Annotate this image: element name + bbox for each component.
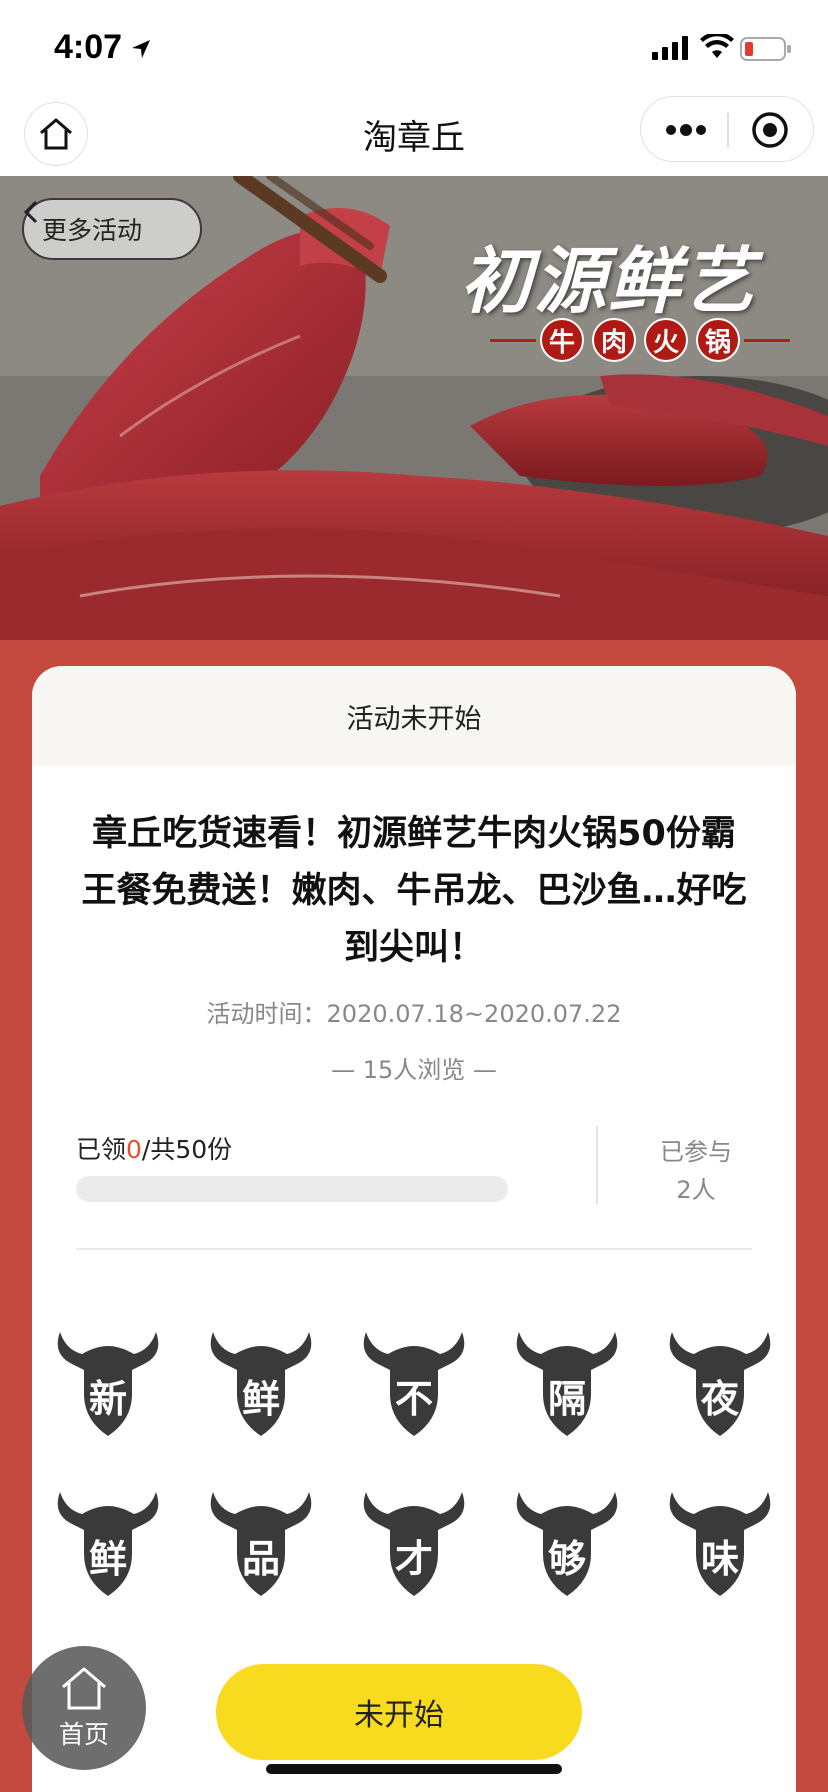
- joined-count: 2人: [676, 1176, 716, 1204]
- floating-home-button[interactable]: 首页: [22, 1646, 146, 1770]
- more-activities-label: 更多活动: [42, 216, 143, 245]
- brand-subtitle: 牛 肉 火 锅: [490, 318, 790, 362]
- brand-subtitle-rule-left: [490, 338, 536, 342]
- bull-icon: 新: [50, 1324, 166, 1440]
- activity-headline: 章丘吃货速看！初源鲜艺牛肉火锅50份霸王餐免费送！嫩肉、牛吊龙、巴沙鱼…好吃到尖…: [81, 814, 747, 968]
- wifi-icon: [700, 34, 734, 58]
- activity-state: 活动未开始: [32, 666, 796, 766]
- bull-icon: 够: [509, 1484, 625, 1600]
- chevron-left-icon: [24, 200, 38, 224]
- brand-title: 初源鲜艺: [460, 238, 757, 323]
- activity-banner: 更多活动 初源鲜艺 牛 肉 火 锅: [0, 176, 828, 640]
- bull-character: 夜: [700, 1376, 739, 1421]
- bull-icon: 鲜: [203, 1324, 319, 1440]
- bull-icon: 味: [662, 1484, 778, 1600]
- floating-home-label: 首页: [58, 1720, 109, 1749]
- bull-character: 品: [241, 1536, 280, 1581]
- status-bar: 4:07: [0, 0, 828, 96]
- cellular-signal-icon: [652, 36, 688, 60]
- activity-period: 活动时间：2020.07.18~2020.07.22: [206, 1000, 622, 1028]
- bull-character: 不: [394, 1376, 433, 1421]
- claimed-progress-bar: [76, 1176, 508, 1202]
- bull-character: 隔: [547, 1376, 586, 1421]
- not-started-button[interactable]: 未开始: [216, 1664, 582, 1760]
- brand-subtitle-rule-right: [744, 338, 790, 342]
- mini-program-capsule: [640, 96, 814, 162]
- joined-label: 已参与: [660, 1138, 732, 1166]
- bull-icon: 夜: [662, 1324, 778, 1440]
- brand-subtitle-char: 锅: [696, 318, 740, 362]
- bull-icon: 鲜: [50, 1484, 166, 1600]
- bull-icon: 不: [356, 1324, 472, 1440]
- bull-icon: 才: [356, 1484, 472, 1600]
- status-time: 4:07: [54, 28, 123, 66]
- more-activities-button[interactable]: 更多活动: [22, 198, 202, 260]
- bull-character: 够: [547, 1536, 586, 1581]
- view-count: — 15人浏览 —: [331, 1056, 497, 1084]
- battery-low-icon: [740, 37, 791, 61]
- close-target-icon[interactable]: [751, 111, 789, 149]
- claimed-count: 0: [126, 1135, 142, 1164]
- brand-subtitle-char: 火: [644, 318, 688, 362]
- bull-icon: 品: [203, 1484, 319, 1600]
- claimed-prefix: 已领: [76, 1135, 127, 1164]
- bull-character: 鲜: [88, 1536, 127, 1581]
- home-indicator: [266, 1764, 562, 1774]
- bull-character: 味: [700, 1536, 739, 1581]
- bull-icon: 隔: [509, 1324, 625, 1440]
- claimed-suffix: /共50份: [141, 1135, 233, 1164]
- brand-subtitle-char: 肉: [592, 318, 636, 362]
- more-dots-icon[interactable]: [665, 115, 707, 145]
- bull-character: 鲜: [241, 1376, 280, 1421]
- navigation-bar: 淘章丘: [0, 96, 828, 176]
- bull-character: 才: [394, 1536, 433, 1581]
- capsule-divider: [727, 113, 729, 147]
- activity-card: 活动未开始 章丘吃货速看！初源鲜艺牛肉火锅50份霸王餐免费送！嫩肉、牛吊龙、巴沙…: [32, 666, 796, 1792]
- section-divider: [76, 1248, 752, 1250]
- claimed-summary: 已领0/共50份: [76, 1130, 232, 1166]
- brand-subtitle-char: 牛: [540, 318, 584, 362]
- location-arrow-icon: [132, 40, 150, 58]
- bull-character: 新: [88, 1376, 127, 1421]
- home-outline-icon: [62, 1667, 106, 1710]
